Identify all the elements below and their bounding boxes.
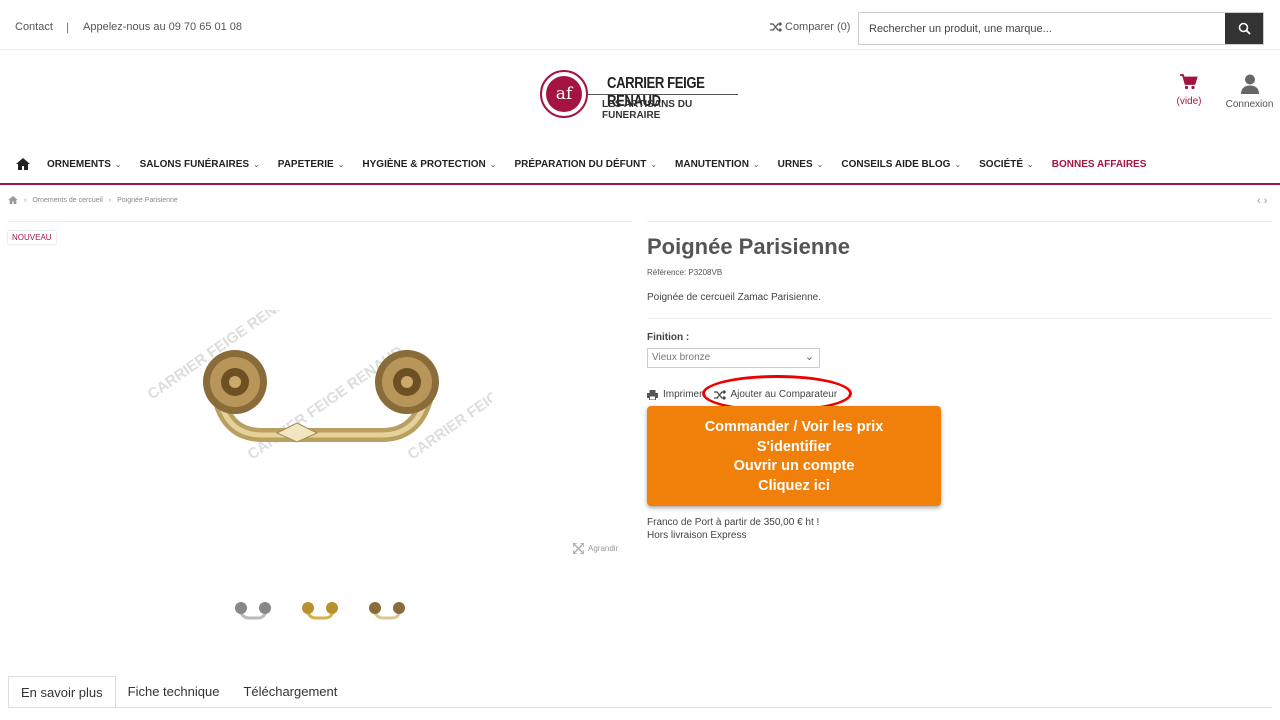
nav-item-ornements[interactable]: ORNEMENTS ⌄ [47,159,122,170]
nav-item-conseils[interactable]: CONSEILS AIDE BLOG ⌄ [841,159,961,170]
cta-line: Cliquez ici [758,477,830,494]
chevron-down-icon: ⌄ [1027,159,1034,169]
nav-item-urnes[interactable]: URNES ⌄ [778,159,824,170]
compare-label: Comparer (0) [785,21,851,33]
tab-fiche-technique[interactable]: Fiche technique [116,676,232,708]
nav-label: BONNES AFFAIRES [1051,158,1147,170]
chevron-down-icon: ⌄ [954,159,962,169]
breadcrumb-separator: › [108,196,112,204]
nav-label: PRÉPARATION DU DÉFUNT [514,158,647,170]
finition-select[interactable]: Vieux bronze ⌄ [647,348,820,368]
product-reference: Référence: P3208VB [647,268,723,277]
product-tabs: En savoir plus Fiche technique Télécharg… [8,676,349,708]
enlarge-button[interactable]: Agrandir [573,543,618,554]
chevron-down-icon: ⌄ [816,159,824,169]
chevron-down-icon: ⌄ [489,159,497,169]
thumbnail-bronze[interactable] [359,596,414,622]
logo-line [588,94,738,95]
thumbnail-silver[interactable] [225,596,280,622]
order-cta-button[interactable]: Commander / Voir les prix S'identifier O… [647,406,941,506]
home-link[interactable] [16,158,38,170]
logo-tagline: LES ARTISANS DU FUNERAIRE [602,99,693,121]
breadcrumb-separator: › [24,196,27,204]
shipping-line: Franco de Port à partir de 350,00 € ht ! [647,517,820,528]
print-button[interactable]: Imprimer [647,389,702,400]
search-bar [858,12,1264,45]
search-icon [1238,22,1251,35]
printer-icon [647,389,658,400]
nav-item-preparation[interactable]: PRÉPARATION DU DÉFUNT ⌄ [514,159,657,170]
chevron-down-icon: ⌄ [752,159,760,169]
search-input[interactable] [859,13,1225,44]
product-image[interactable]: CARRIER FEIGE RENAUD CARRIER FEIGE RENAU… [147,310,492,470]
contact-link[interactable]: Contact [15,21,53,33]
product-title: Poignée Parisienne [647,234,850,259]
chevron-down-icon: ⌄ [114,159,122,169]
cart-icon [1180,74,1198,90]
tab-en-savoir-plus[interactable]: En savoir plus [8,676,116,708]
nav-item-bonnes-affaires[interactable]: BONNES AFFAIRES [1052,159,1147,170]
expand-icon [573,543,584,554]
divider [8,221,632,222]
chevron-down-icon: ⌄ [253,159,260,169]
shuffle-icon [770,22,782,32]
divider [647,221,1272,222]
tab-telechargement[interactable]: Téléchargement [231,676,349,708]
nav-label: URNES [777,158,813,170]
phone-link[interactable]: Appelez-nous au 09 70 65 01 08 [83,21,242,33]
top-bar: Contact | Appelez-nous au 09 70 65 01 08… [0,0,1280,50]
watermark-text: CARRIER FEIGE RENAUD [245,343,407,464]
login-label: Connexion [1225,99,1274,110]
logo-emblem: af [540,70,588,118]
nav-label: PAPETERIE [277,158,334,170]
product-pager[interactable]: ‹ › [1257,195,1267,207]
finition-value: Vieux bronze [652,352,711,363]
chevron-down-icon: ⌄ [804,351,814,363]
nav-label: MANUTENTION [675,158,749,170]
new-badge: NOUVEAU [8,231,56,244]
logo-mark: af [546,76,582,112]
topbar-separator: | [66,20,70,34]
cta-line: Ouvrir un compte [733,458,855,474]
nav-label: HYGIÈNE & PROTECTION [362,158,486,170]
user-icon [1240,74,1259,94]
nav-label: ORNEMENTS [47,158,111,170]
main-nav: ORNEMENTS ⌄ SALONS FUNÉRAIRES ⌄ PAPETERIE ⌄… [0,145,1280,185]
breadcrumb-item: Poignée Parisienne [117,196,178,204]
site-logo[interactable]: af CARRIER FEIGE RENAUD LES ARTISANS DU … [540,70,740,121]
tab-underline [8,707,1272,708]
search-button[interactable] [1225,13,1263,44]
finition-label: Finition : [647,332,690,343]
thumbnail-gold[interactable] [292,596,347,622]
nav-label: SOCIÉTÉ [979,158,1024,170]
cta-line: S'identifier [756,438,832,455]
nav-item-hygiene[interactable]: HYGIÈNE & PROTECTION ⌄ [362,159,496,170]
home-icon[interactable] [8,196,18,204]
nav-label: CONSEILS AIDE BLOG [841,158,951,170]
login-button[interactable]: Connexion [1222,74,1277,110]
breadcrumb: › Ornements de cercueil › Poignée Parisi… [8,196,178,204]
chevron-down-icon: ⌄ [337,159,345,169]
compare-link[interactable]: Comparer (0) [770,21,850,33]
nav-label: SALONS FUNÉRAIRES [139,158,250,170]
thumbnail-list [225,596,414,622]
print-label: Imprimer [663,389,703,400]
shipping-info: Franco de Port à partir de 350,00 € ht !… [647,516,819,542]
breadcrumb-item[interactable]: Ornements de cercueil [32,197,102,204]
home-icon [16,158,30,170]
nav-item-papeterie[interactable]: PAPETERIE ⌄ [278,159,345,170]
enlarge-label: Agrandir [588,544,619,553]
nav-item-manutention[interactable]: MANUTENTION ⌄ [675,159,760,170]
product-description: Poignée de cercueil Zamac Parisienne. [647,292,821,303]
cart-label: (vide) [1176,96,1202,107]
divider [647,318,1272,319]
shipping-line: Hors livraison Express [647,530,747,541]
nav-item-salons[interactable]: SALONS FUNÉRAIRES ⌄ [140,159,260,170]
cta-line: Commander / Voir les prix [704,419,884,435]
nav-item-societe[interactable]: SOCIÉTÉ ⌄ [979,159,1034,170]
chevron-down-icon: ⌄ [650,159,658,169]
cart-button[interactable]: (vide) [1172,74,1206,107]
